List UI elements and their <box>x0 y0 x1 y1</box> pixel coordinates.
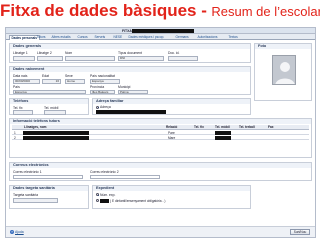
col-llinatges-nom: Llinatges, nom <box>24 125 47 130</box>
table-row[interactable]: 2 Mare <box>12 136 309 141</box>
cognom1-label: Llinatge 1 <box>13 51 28 55</box>
expedient-radio[interactable] <box>96 193 99 196</box>
expedient-option-label: Núm. exp. <box>100 192 116 197</box>
section-title: Telèfons <box>10 99 88 104</box>
person-silhouette-icon <box>275 62 295 84</box>
correu2-field[interactable] <box>90 174 160 179</box>
correu1-field[interactable] <box>13 174 83 179</box>
app-window: FITXA Dades personals Tutors Altres estu… <box>5 27 316 238</box>
municipi-select[interactable]: Palma <box>118 89 148 94</box>
col-fax: Fax <box>268 125 274 130</box>
expedient-text: ( E dinfantil/ensenyament obligatòria - … <box>110 198 166 203</box>
tel-mobil-label: Tel. mòbil <box>44 105 59 110</box>
student-name-redacted <box>132 29 194 33</box>
row-index: 2 <box>14 135 16 140</box>
sexe-label: Sexe <box>65 74 73 78</box>
tab-germans[interactable]: Germans <box>174 35 190 40</box>
edat-field: 16 <box>42 79 61 84</box>
col-tel-fix: Tel. fix <box>194 125 204 130</box>
footer-bar <box>6 226 315 237</box>
num-doc-label: Doc. id. <box>168 51 180 55</box>
tab-serveis[interactable]: Serveis <box>93 35 107 40</box>
targeta-label: Targeta sanitària <box>13 193 39 197</box>
targeta-field[interactable] <box>13 198 58 203</box>
section-info-tutors: Informació telèfons tutors Llinatges, no… <box>9 118 312 158</box>
expedient-number-redacted <box>100 199 109 203</box>
data-naix-field[interactable]: 00/00/0000 <box>13 79 40 84</box>
num-doc-field[interactable] <box>168 56 198 61</box>
help-link[interactable]: Ajuda <box>15 230 24 234</box>
nom-label: Nom <box>65 51 73 55</box>
foto-title: Foto <box>255 44 311 49</box>
slide-title-main: Fitxa de dades bàsiques - <box>0 1 207 20</box>
header-label: FITXA <box>122 29 132 33</box>
pais-select[interactable]: Espanya <box>13 89 86 94</box>
data-naix-label: Data naix. <box>13 74 29 78</box>
tel-mobil-field[interactable] <box>44 110 66 115</box>
expedient-radio-2[interactable] <box>96 199 99 202</box>
cognom1-field[interactable] <box>13 56 35 61</box>
section-telefons: Telèfons Tel. fix Tel. mòbil <box>9 98 89 115</box>
edat-label: Edat <box>42 74 49 78</box>
provincia-label: Província <box>90 85 105 89</box>
col-tel-treball: Tel. treball <box>239 125 255 130</box>
tipus-doc-select[interactable]: DNI <box>118 56 164 61</box>
section-title: Correus electrònics <box>10 163 311 168</box>
correu1-label: Correu electrònic 1 <box>13 169 42 174</box>
row-index: 1 <box>14 130 16 135</box>
section-title: Expedient <box>93 186 250 191</box>
tab-dades-mediques[interactable]: Dades mèdiques i pscop. <box>127 35 166 40</box>
tel-fix-label: Tel. fix <box>13 105 23 110</box>
relacio-cell: Mare <box>168 135 176 140</box>
section-dades-naixement: Dades naixement Data naix. Edat Sexe Paí… <box>9 66 251 95</box>
tab-autoritzacions[interactable]: Autoritzacions <box>196 35 219 40</box>
section-dades-generals: Dades generals Llinatge 1 Llinatge 2 Nom… <box>9 43 251 63</box>
correu2-label: Correu electrònic 2 <box>90 169 119 174</box>
tutor-name-redacted <box>23 136 89 140</box>
tel-fix-redacted <box>215 131 231 135</box>
tipus-doc-label: Tipus document <box>118 51 142 55</box>
section-title: Informació telèfons tutors <box>10 119 311 124</box>
section-foto: Foto <box>254 43 312 101</box>
adreca-option-label: Adreça <box>100 105 111 109</box>
nom-field[interactable] <box>65 56 115 61</box>
tab-nese[interactable]: NESE <box>112 35 124 40</box>
tab-tutors[interactable]: Tutors <box>35 35 47 40</box>
adreca-radio[interactable] <box>96 105 99 109</box>
section-adreca: Adreça familiar Adreça <box>92 98 251 115</box>
section-correus: Correus electrònics Correu electrònic 1 … <box>9 162 312 181</box>
col-tel-mobil: Tel. mòbil <box>215 125 230 130</box>
photo-placeholder <box>272 55 296 85</box>
tel-fix-redacted <box>215 136 231 140</box>
table-row[interactable]: 1 Pare <box>12 131 309 136</box>
slide-title: Fitxa de dades bàsiques - Resum de l’esc… <box>0 0 320 24</box>
pais-label: País <box>13 85 20 89</box>
municipi-label: Municipi <box>118 85 131 89</box>
tab-cursos[interactable]: Cursos <box>76 35 89 40</box>
exit-new-button[interactable]: Surt/Nou <box>290 229 310 235</box>
sexe-select[interactable]: Home <box>65 79 85 84</box>
col-relacio: Relació <box>166 125 178 130</box>
nacionalitat-select[interactable]: Espanya <box>90 79 120 84</box>
tutors-table-header <box>12 125 309 130</box>
tutor-name-redacted <box>23 131 89 135</box>
tel-fix-field[interactable] <box>13 110 33 115</box>
tab-textos[interactable]: Textos <box>227 35 239 40</box>
section-targeta: Dades targeta sanitària Targeta sanitàri… <box>9 185 89 209</box>
section-title: Adreça familiar <box>93 99 250 104</box>
section-title: Dades naixement <box>10 67 250 72</box>
section-expedient: Expedient Núm. exp. ( E dinfantil/enseny… <box>92 185 251 209</box>
tab-altres-estudis[interactable]: Altres estudis <box>50 35 72 40</box>
nacionalitat-label: País nacionalitat <box>90 74 115 78</box>
help-icon[interactable]: ? <box>10 230 14 234</box>
adreca-value-redacted <box>96 110 166 114</box>
relacio-cell: Pare <box>168 130 175 135</box>
section-title: Dades targeta sanitària <box>10 186 88 191</box>
cognom2-label: Llinatge 2 <box>37 51 52 55</box>
section-title: Dades generals <box>10 44 250 49</box>
provincia-select[interactable]: Illes Balears <box>90 89 115 94</box>
slide-title-sub: Resum de l’escolarització <box>211 4 320 19</box>
cognom2-field[interactable] <box>37 56 63 61</box>
